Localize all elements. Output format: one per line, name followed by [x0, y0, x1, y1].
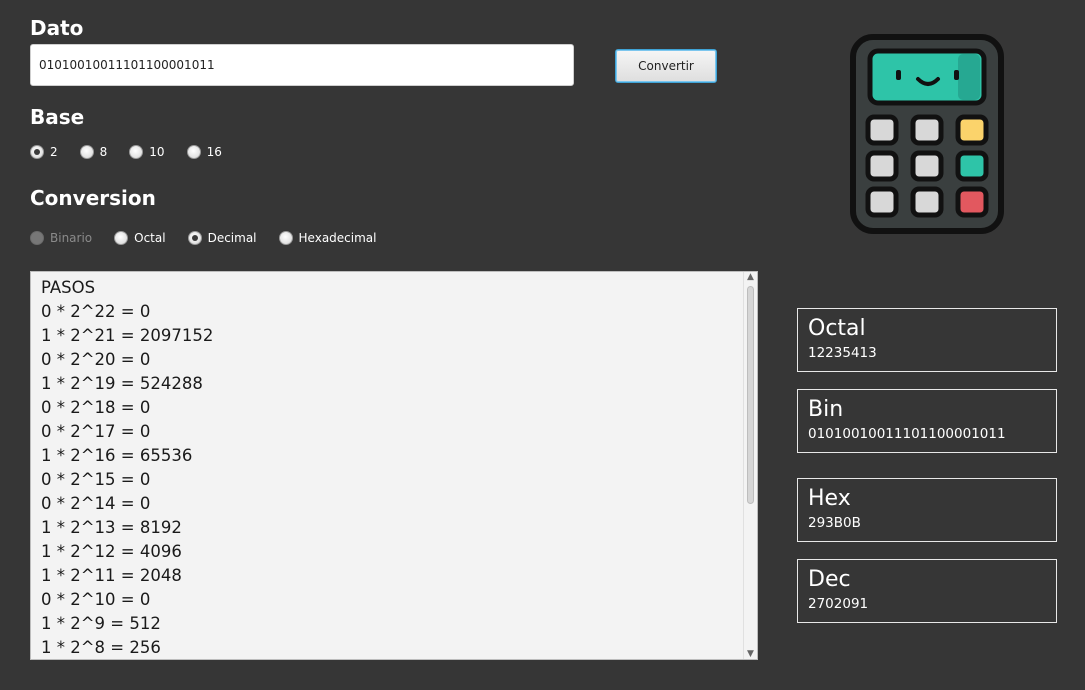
- result-value: 12235413: [808, 345, 877, 361]
- step-line: 1 * 2^11 = 2048: [41, 566, 182, 585]
- step-line: 0 * 2^22 = 0: [41, 302, 151, 321]
- base-radio-16[interactable]: 16: [186, 145, 222, 159]
- result-value: 01010010011101100001011: [808, 426, 1006, 442]
- result-octal: Octal 12235413: [797, 308, 1057, 372]
- result-label: Octal: [808, 316, 866, 341]
- result-value: 293B0B: [808, 515, 861, 531]
- radio-icon: [129, 145, 144, 159]
- conversion-radio-decimal[interactable]: Decimal: [187, 231, 257, 245]
- result-value: 2702091: [808, 596, 869, 612]
- radio-label: Decimal: [207, 231, 257, 245]
- step-line: 0 * 2^14 = 0: [41, 494, 151, 513]
- base-radio-8[interactable]: 8: [79, 145, 108, 159]
- step-line: 1 * 2^13 = 8192: [41, 518, 182, 537]
- step-line: 0 * 2^18 = 0: [41, 398, 151, 417]
- base-title: Base: [30, 105, 85, 129]
- step-line: 1 * 2^19 = 524288: [41, 374, 203, 393]
- step-line: 1 * 2^21 = 2097152: [41, 326, 214, 345]
- base-radio-2[interactable]: 2: [30, 145, 58, 159]
- step-line: 0 * 2^10 = 0: [41, 590, 151, 609]
- step-line: 0 * 2^20 = 0: [41, 350, 151, 369]
- radio-label: Octal: [134, 231, 166, 245]
- step-line: 1 * 2^8 = 256: [41, 638, 161, 657]
- step-line: PASOS: [41, 278, 96, 297]
- radio-icon: [79, 145, 94, 159]
- steps-lines: PASOS 0 * 2^22 = 0 1 * 2^21 = 2097152 0 …: [41, 276, 214, 659]
- scroll-thumb[interactable]: [747, 286, 754, 504]
- result-hex: Hex 293B0B: [797, 478, 1057, 542]
- radio-selected-icon: [30, 145, 44, 159]
- scroll-down-icon[interactable]: ▼: [747, 649, 754, 659]
- radio-label: Binario: [50, 231, 93, 245]
- step-line: 1 * 2^16 = 65536: [41, 446, 193, 465]
- radio-label: 8: [99, 145, 108, 159]
- step-line: 0 * 2^17 = 0: [41, 422, 151, 441]
- radio-label: 2: [50, 145, 58, 159]
- radio-label: 10: [149, 145, 165, 159]
- radio-icon: [278, 231, 293, 245]
- radio-label: 16: [206, 145, 222, 159]
- radio-selected-icon: [187, 231, 202, 245]
- radio-icon: [186, 145, 201, 159]
- dato-title: Dato: [30, 16, 84, 40]
- result-dec: Dec 2702091: [797, 559, 1057, 623]
- base-radio-10[interactable]: 10: [129, 145, 165, 159]
- conversion-title: Conversion: [30, 186, 156, 210]
- result-label: Hex: [808, 486, 851, 511]
- step-line: 0 * 2^15 = 0: [41, 470, 151, 489]
- conversion-radio-binario: Binario: [30, 231, 92, 245]
- radio-label: Hexadecimal: [298, 231, 377, 245]
- result-bin: Bin 01010010011101100001011: [797, 389, 1057, 453]
- scroll-up-icon[interactable]: ▲: [747, 272, 754, 282]
- steps-textarea[interactable]: PASOS 0 * 2^22 = 0 1 * 2^21 = 2097152 0 …: [30, 271, 758, 660]
- radio-disabled-icon: [30, 231, 44, 245]
- result-label: Dec: [808, 567, 851, 592]
- steps-scrollbar[interactable]: ▲ ▼: [743, 272, 757, 659]
- conversion-radio-group: Binario Octal Decimal Hexadecimal: [30, 228, 398, 248]
- convertir-button[interactable]: Convertir: [615, 49, 717, 83]
- base-radio-group: 2 8 10 16: [30, 142, 244, 162]
- radio-icon: [114, 231, 129, 245]
- step-line: 1 * 2^9 = 512: [41, 614, 161, 633]
- conversion-radio-octal[interactable]: Octal: [114, 231, 166, 245]
- step-line: 1 * 2^12 = 4096: [41, 542, 182, 561]
- calculator-icon: [850, 34, 1004, 234]
- conversion-radio-hexadecimal[interactable]: Hexadecimal: [278, 231, 377, 245]
- dato-input[interactable]: [30, 44, 574, 86]
- result-label: Bin: [808, 397, 844, 422]
